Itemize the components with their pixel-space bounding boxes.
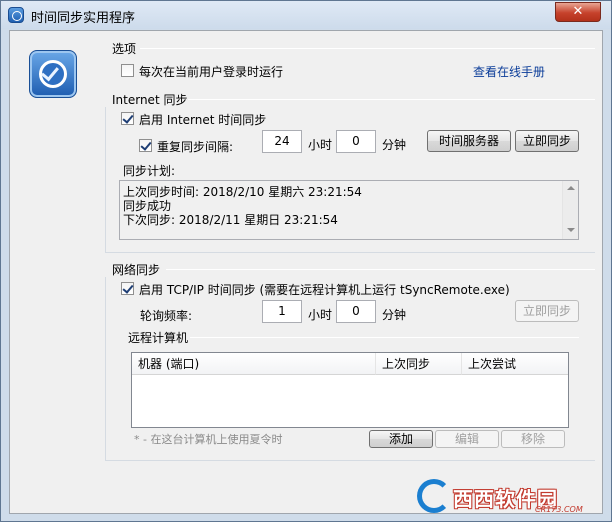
client-area: 选项 每次在当前用户登录时运行 查看在线手册 Internet 同步 启用 In… [9,30,603,514]
options-group-label: 选项 [112,42,137,56]
minutes-unit-label: 分钟 [382,308,407,322]
divider [190,337,579,338]
close-button[interactable]: ✕ [555,2,601,22]
clock-app-icon [8,7,24,23]
run-at-login-checkbox[interactable]: 每次在当前用户登录时运行 [121,63,291,79]
scroll-down-icon[interactable] [567,228,575,232]
time-server-button[interactable]: 时间服务器 [427,130,511,152]
minutes-unit-label: 分钟 [382,138,407,152]
sync-schedule-label: 同步计划: [123,164,176,178]
remove-button[interactable]: 移除 [501,430,565,448]
network-sync-group-label: 网络同步 [112,263,161,277]
repeat-minutes-input[interactable]: 0 [336,130,376,153]
app-window: 时间同步实用程序 ✕ 选项 每次在当前用户登录时运行 查看在线手册 Intern… [0,0,612,522]
remote-computers-table[interactable]: 机器 (端口) 上次同步 上次尝试 [131,352,569,428]
poll-hours-input[interactable]: 1 [262,300,302,323]
window-title: 时间同步实用程序 [31,11,136,26]
poll-frequency-label: 轮询频率: [140,309,193,323]
schedule-line: 下次同步: 2018/2/11 星期日 23:21:54 [123,213,338,227]
edit-button[interactable]: 编辑 [435,430,499,448]
column-header-last-sync[interactable]: 上次同步 [376,353,462,375]
clock-sync-icon [29,50,77,98]
remote-computers-label: 远程计算机 [128,331,189,345]
schedule-scrollbar[interactable] [562,181,578,239]
sync-schedule-box[interactable]: 上次同步时间: 2018/2/10 星期六 23:21:54 同步成功 下次同步… [119,180,579,240]
scroll-up-icon[interactable] [567,186,575,190]
site-watermark: 西西软件园 CR173.COM [417,479,599,515]
enable-tcpip-sync-checkbox[interactable]: 启用 TCP/IP 时间同步 (需要在远程计算机上运行 tSyncRemote.… [121,281,510,297]
repeat-sync-label: 重复同步间隔: [157,140,234,154]
add-button[interactable]: 添加 [369,430,433,448]
divider [166,269,595,270]
hours-unit-label: 小时 [308,138,333,152]
divider [140,48,595,49]
repeat-hours-input[interactable]: 24 [262,130,302,153]
dst-hint: * - 在这台计算机上使用夏令时 [134,433,283,446]
network-sync-now-button[interactable]: 立即同步 [515,300,579,322]
watermark-logo-icon [417,479,451,513]
title-bar[interactable]: 时间同步实用程序 ✕ [1,1,611,29]
online-manual-link[interactable]: 查看在线手册 [473,63,545,80]
hours-unit-label: 小时 [308,308,333,322]
column-header-last-attempt[interactable]: 上次尝试 [462,353,568,375]
divider [188,99,595,100]
checkbox-box[interactable] [139,139,152,152]
checkbox-box[interactable] [121,282,134,295]
checkbox-box[interactable] [121,112,134,125]
checkbox-box[interactable] [121,64,134,77]
internet-sync-group-label: Internet 同步 [112,93,188,107]
repeat-sync-checkbox[interactable]: 重复同步间隔: [139,138,249,154]
internet-sync-now-button[interactable]: 立即同步 [515,130,579,152]
enable-internet-sync-label: 启用 Internet 时间同步 [139,113,267,127]
enable-internet-sync-checkbox[interactable]: 启用 Internet 时间同步 [121,111,281,127]
run-at-login-label: 每次在当前用户登录时运行 [139,65,284,79]
enable-tcpip-sync-label: 启用 TCP/IP 时间同步 (需要在远程计算机上运行 tSyncRemote.… [139,283,510,297]
watermark-url: CR173.COM [535,505,583,514]
column-header-machine[interactable]: 机器 (端口) [132,353,376,375]
poll-minutes-input[interactable]: 0 [336,300,376,323]
